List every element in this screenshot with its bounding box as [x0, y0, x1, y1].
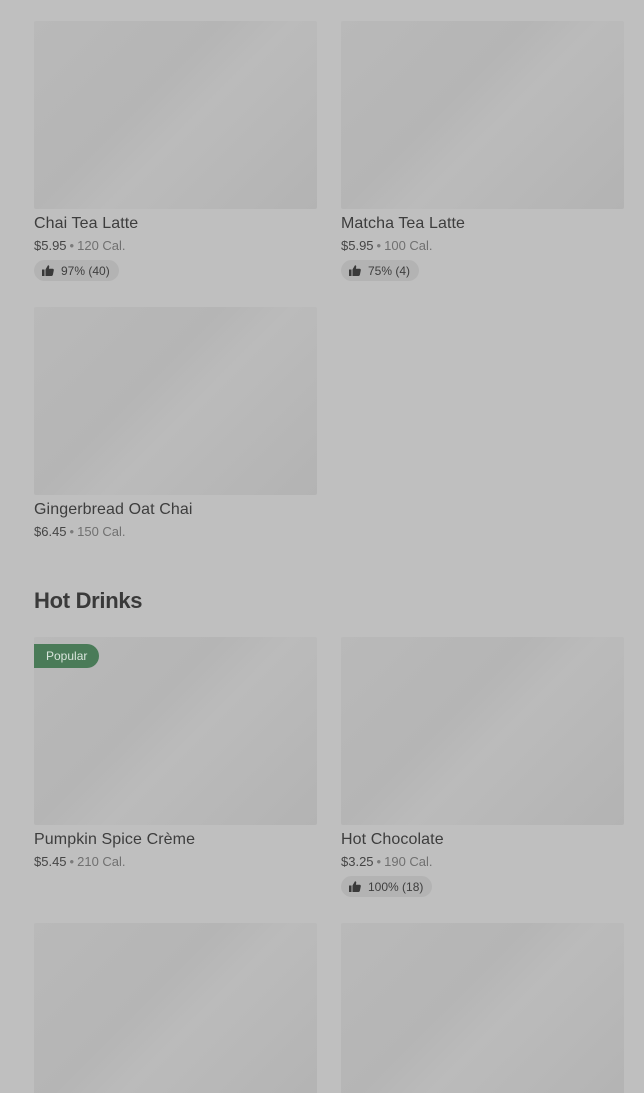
separator: •	[376, 854, 382, 869]
menu-page: Chai Tea Latte $5.95 • 120 Cal. 97% (40) M…	[0, 0, 644, 1093]
menu-item-card[interactable]	[341, 923, 624, 1093]
item-meta: $3.25 • 190 Cal.	[341, 853, 624, 870]
thumbs-up-icon	[349, 265, 361, 276]
item-price: $5.95	[341, 238, 374, 253]
menu-item-card[interactable]: Chai Tea Latte $5.95 • 120 Cal. 97% (40)	[34, 21, 317, 281]
item-calories: 120 Cal.	[77, 238, 126, 253]
menu-item-card[interactable]	[34, 923, 317, 1093]
item-name[interactable]: Gingerbread Oat Chai	[34, 500, 317, 520]
popular-badge: Popular	[34, 644, 100, 668]
item-name[interactable]: Chai Tea Latte	[34, 214, 317, 234]
section-title-hot-drinks: Hot Drinks	[34, 588, 143, 613]
item-image[interactable]	[34, 923, 317, 1093]
item-name[interactable]: Matcha Tea Latte	[341, 214, 624, 234]
item-calories: 190 Cal.	[384, 854, 433, 869]
item-name[interactable]: Pumpkin Spice Crème	[34, 830, 317, 850]
item-image[interactable]	[341, 21, 624, 209]
menu-item-card[interactable]: Popular Pumpkin Spice Crème $5.45 • 210 Ca…	[34, 637, 317, 870]
menu-item-card[interactable]: Gingerbread Oat Chai $6.45 • 150 Cal.	[34, 307, 317, 540]
item-meta: $5.95 • 100 Cal.	[341, 237, 624, 254]
item-calories: 150 Cal.	[77, 524, 126, 539]
item-name[interactable]: Hot Chocolate	[341, 830, 624, 850]
item-image[interactable]: Popular	[34, 637, 317, 825]
item-image[interactable]	[34, 307, 317, 495]
item-meta: $6.45 • 150 Cal.	[34, 523, 317, 540]
rating-text: 100% (18)	[368, 879, 424, 894]
item-price: $6.45	[34, 524, 67, 539]
item-meta: $5.95 • 120 Cal.	[34, 237, 317, 254]
separator: •	[376, 238, 382, 253]
thumbs-up-icon	[349, 881, 361, 892]
thumbs-up-icon	[42, 265, 54, 276]
item-price: $5.45	[34, 854, 67, 869]
rating-text: 97% (40)	[61, 263, 110, 278]
rating-badge: 75% (4)	[341, 260, 420, 281]
item-image[interactable]	[34, 21, 317, 209]
item-image[interactable]	[341, 923, 624, 1093]
separator: •	[69, 524, 75, 539]
rating-badge: 97% (40)	[34, 260, 119, 281]
item-image[interactable]	[341, 637, 624, 825]
item-price: $5.95	[34, 238, 67, 253]
menu-item-card[interactable]: Matcha Tea Latte $5.95 • 100 Cal. 75% (4)	[341, 21, 624, 281]
item-calories: 210 Cal.	[77, 854, 126, 869]
rating-text: 75% (4)	[368, 263, 411, 278]
separator: •	[69, 238, 75, 253]
item-meta: $5.45 • 210 Cal.	[34, 853, 317, 870]
item-price: $3.25	[341, 854, 374, 869]
rating-badge: 100% (18)	[341, 876, 433, 897]
separator: •	[69, 854, 75, 869]
item-calories: 100 Cal.	[384, 238, 433, 253]
menu-item-card[interactable]: Hot Chocolate $3.25 • 190 Cal. 100% (18)	[341, 637, 624, 897]
